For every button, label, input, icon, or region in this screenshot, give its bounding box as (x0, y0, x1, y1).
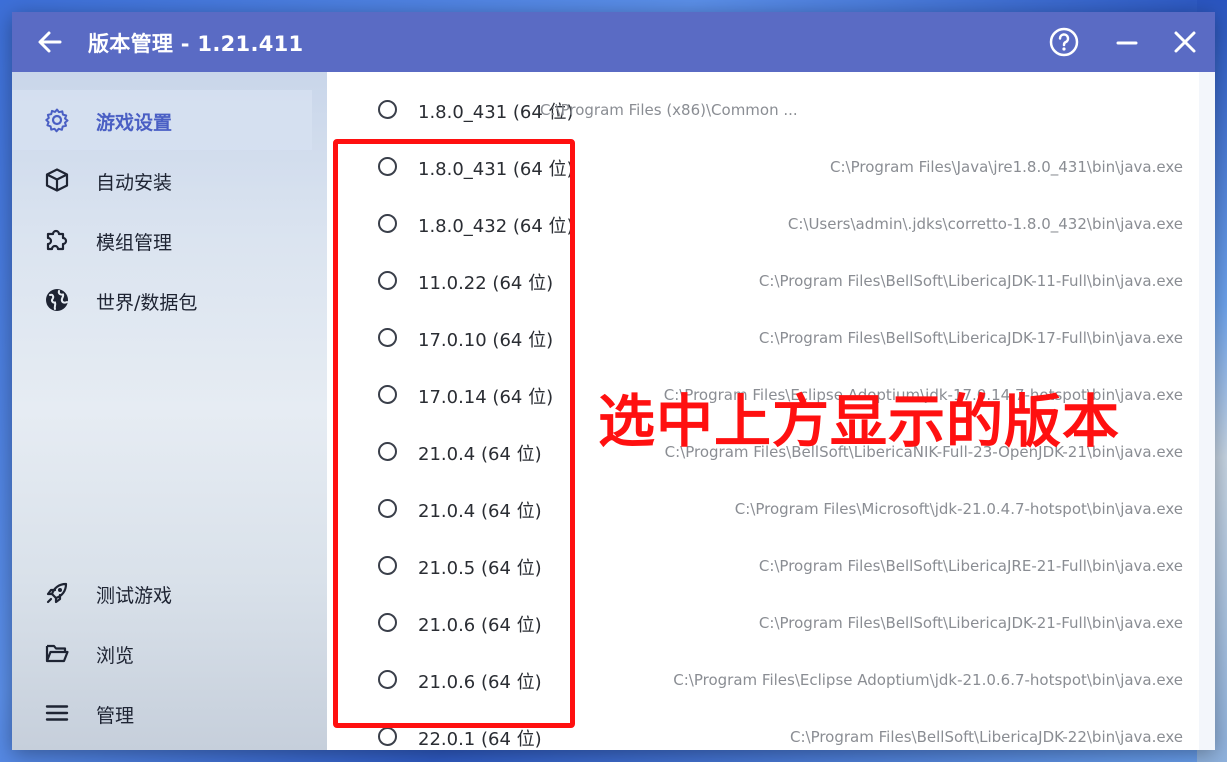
sidebar-item-label: 自动安装 (96, 172, 173, 194)
sidebar-item-label: 浏览 (96, 645, 135, 667)
help-circle-icon (1049, 27, 1079, 57)
radio-button[interactable] (378, 442, 397, 461)
java-version: 21.0.5 (64 位) (418, 558, 542, 579)
radio-button[interactable] (378, 670, 397, 689)
sidebar-item-worlds-datapacks[interactable]: 世界/数据包 (12, 270, 312, 330)
java-path: C:\Program Files (x86)\Common ... (540, 101, 798, 119)
back-button[interactable] (34, 26, 66, 58)
java-version: 21.0.4 (64 位) (418, 444, 542, 465)
java-path: C:\Program Files\BellSoft\LibericaJDK-21… (758, 614, 1183, 632)
java-option-row[interactable]: 17.0.10 (64 位) C:\Program Files\BellSoft… (327, 312, 1199, 369)
java-path: C:\Program Files\BellSoft\LibericaNIK-Fu… (664, 443, 1183, 461)
radio-button[interactable] (378, 385, 397, 404)
java-version: 21.0.6 (64 位) (418, 672, 542, 693)
java-option-row[interactable]: 21.0.6 (64 位) C:\Program Files\Eclipse A… (327, 654, 1199, 711)
java-version: 1.8.0_431 (64 位) (418, 159, 574, 180)
sidebar-item-label: 世界/数据包 (96, 292, 198, 314)
cube-icon (45, 168, 69, 192)
sidebar-item-game-settings[interactable]: 游戏设置 (12, 90, 312, 150)
rocket-icon (46, 582, 68, 604)
radio-button[interactable] (378, 499, 397, 518)
java-selection-list: 1.8.0_431 (64 位) C:\Program Files (x86)\… (327, 72, 1199, 750)
globe-icon (46, 289, 68, 311)
java-path: C:\Program Files\Java\jre1.8.0_431\bin\j… (830, 158, 1183, 176)
radio-button[interactable] (378, 214, 397, 233)
java-version: 21.0.6 (64 位) (418, 615, 542, 636)
scrollbar[interactable] (1199, 72, 1215, 750)
radio-button[interactable] (378, 613, 397, 632)
java-option-row[interactable]: 21.0.4 (64 位) C:\Program Files\Microsoft… (327, 483, 1199, 540)
sidebar-item-manage[interactable]: 管理 (12, 683, 312, 743)
java-option-row[interactable]: 1.8.0_431 (64 位) C:\Program Files (x86)\… (327, 84, 1199, 141)
minimize-icon (1116, 41, 1138, 45)
java-path: C:\Program Files\BellSoft\LibericaJDK-17… (758, 329, 1183, 347)
java-option-row[interactable]: 21.0.5 (64 位) C:\Program Files\BellSoft\… (327, 540, 1199, 597)
menu-icon (45, 705, 69, 721)
java-version: 17.0.10 (64 位) (418, 330, 554, 351)
radio-button[interactable] (378, 100, 397, 119)
minimize-button[interactable] (1111, 26, 1143, 58)
sidebar-item-label: 游戏设置 (96, 112, 173, 134)
java-option-row[interactable]: 11.0.22 (64 位) C:\Program Files\BellSoft… (327, 255, 1199, 312)
java-version: 1.8.0_432 (64 位) (418, 216, 574, 237)
radio-button[interactable] (378, 727, 397, 746)
java-path: C:\Program Files\Eclipse Adoptium\jdk-17… (663, 386, 1183, 404)
sidebar-item-label: 管理 (96, 705, 135, 727)
radio-button[interactable] (378, 157, 397, 176)
sidebar-item-test-game[interactable]: 测试游戏 (12, 563, 312, 623)
radio-button[interactable] (378, 556, 397, 575)
sidebar-item-label: 模组管理 (96, 232, 173, 254)
java-path: C:\Program Files\Microsoft\jdk-21.0.4.7-… (734, 500, 1183, 518)
sidebar-item-auto-install[interactable]: 自动安装 (12, 150, 312, 210)
java-option-row[interactable]: 1.8.0_431 (64 位) C:\Program Files\Java\j… (327, 141, 1199, 198)
java-option-row[interactable]: 22.0.1 (64 位) C:\Program Files\BellSoft\… (327, 711, 1199, 750)
java-path: C:\Program Files\BellSoft\LibericaJRE-21… (758, 557, 1183, 575)
java-option-row[interactable]: 21.0.6 (64 位) C:\Program Files\BellSoft\… (327, 597, 1199, 654)
radio-button[interactable] (378, 271, 397, 290)
java-version: 22.0.1 (64 位) (418, 729, 542, 750)
java-version: 11.0.22 (64 位) (418, 273, 554, 294)
gear-icon (45, 108, 69, 133)
java-path: C:\Users\admin\.jdks\corretto-1.8.0_432\… (787, 215, 1183, 233)
sidebar: 游戏设置 自动安装 模组管理 世界/数据包 测试游戏 浏览 管理 (12, 72, 327, 750)
java-path: C:\Program Files\Eclipse Adoptium\jdk-21… (673, 671, 1183, 689)
java-path: C:\Program Files\BellSoft\LibericaJDK-22… (789, 728, 1183, 746)
title-bar: 版本管理 - 1.21.411 (12, 12, 1215, 72)
sidebar-item-mod-manager[interactable]: 模组管理 (12, 210, 312, 270)
java-path: C:\Program Files\BellSoft\LibericaJDK-11… (758, 272, 1183, 290)
java-version: 21.0.4 (64 位) (418, 501, 542, 522)
version-manager-window: 版本管理 - 1.21.411 游戏设置 自动安装 模组管理 世界/数据包 测试… (12, 12, 1215, 750)
puzzle-icon (46, 229, 68, 251)
java-option-row[interactable]: 21.0.4 (64 位) C:\Program Files\BellSoft\… (327, 426, 1199, 483)
java-option-row[interactable]: 1.8.0_432 (64 位) C:\Users\admin\.jdks\co… (327, 198, 1199, 255)
arrow-left-icon (38, 31, 62, 53)
close-icon (1174, 31, 1196, 53)
radio-button[interactable] (378, 328, 397, 347)
close-button[interactable] (1169, 26, 1201, 58)
help-button[interactable] (1048, 26, 1080, 58)
sidebar-item-browse[interactable]: 浏览 (12, 623, 312, 683)
folder-icon (45, 644, 69, 663)
java-version: 17.0.14 (64 位) (418, 387, 554, 408)
window-title: 版本管理 - 1.21.411 (88, 32, 304, 56)
sidebar-item-label: 测试游戏 (96, 585, 173, 607)
java-option-row[interactable]: 17.0.14 (64 位) C:\Program Files\Eclipse … (327, 369, 1199, 426)
